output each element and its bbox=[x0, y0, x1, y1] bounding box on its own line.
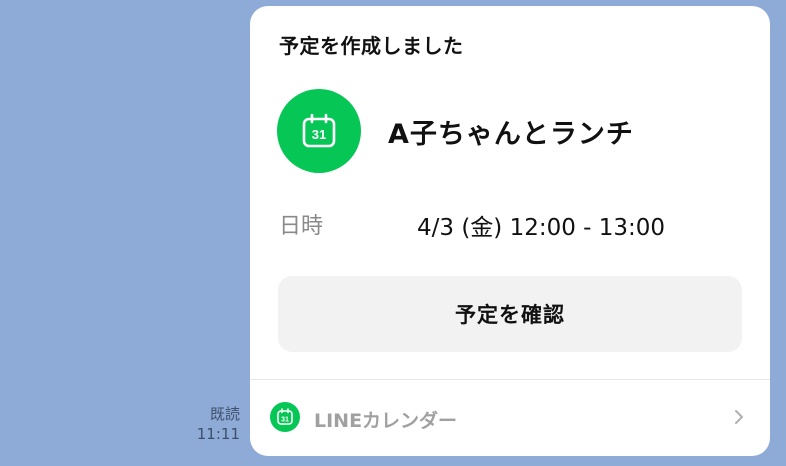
schedule-card: 予定を作成しました 31 A子ちゃんとランチ 日時 4/3 (金) 12:00 … bbox=[250, 6, 770, 456]
line-calendar-day: 31 bbox=[281, 417, 289, 424]
confirm-schedule-button[interactable]: 予定を確認 bbox=[278, 276, 742, 352]
line-calendar-icon: 31 bbox=[270, 402, 300, 432]
datetime-label: 日時 bbox=[279, 214, 324, 239]
calendar-icon: 31 bbox=[277, 89, 361, 173]
calendar-glyph: 31 bbox=[302, 113, 336, 148]
event-title: A子ちゃんとランチ bbox=[388, 119, 634, 150]
read-receipt: 既読 bbox=[209, 405, 240, 423]
calendar-day: 31 bbox=[312, 127, 326, 142]
line-calendar-glyph: 31 bbox=[277, 408, 293, 425]
message-meta: 既読 11:11 bbox=[197, 404, 240, 444]
datetime-value: 4/3 (金) 12:00 - 13:00 bbox=[417, 215, 666, 241]
card-header: 予定を作成しました bbox=[279, 34, 464, 58]
line-calendar-label: LINEカレンダー bbox=[314, 410, 458, 432]
chevron-right-icon bbox=[735, 410, 743, 424]
line-calendar-link[interactable]: 31 LINEカレンダー bbox=[250, 380, 770, 456]
message-timestamp: 11:11 bbox=[196, 425, 240, 443]
